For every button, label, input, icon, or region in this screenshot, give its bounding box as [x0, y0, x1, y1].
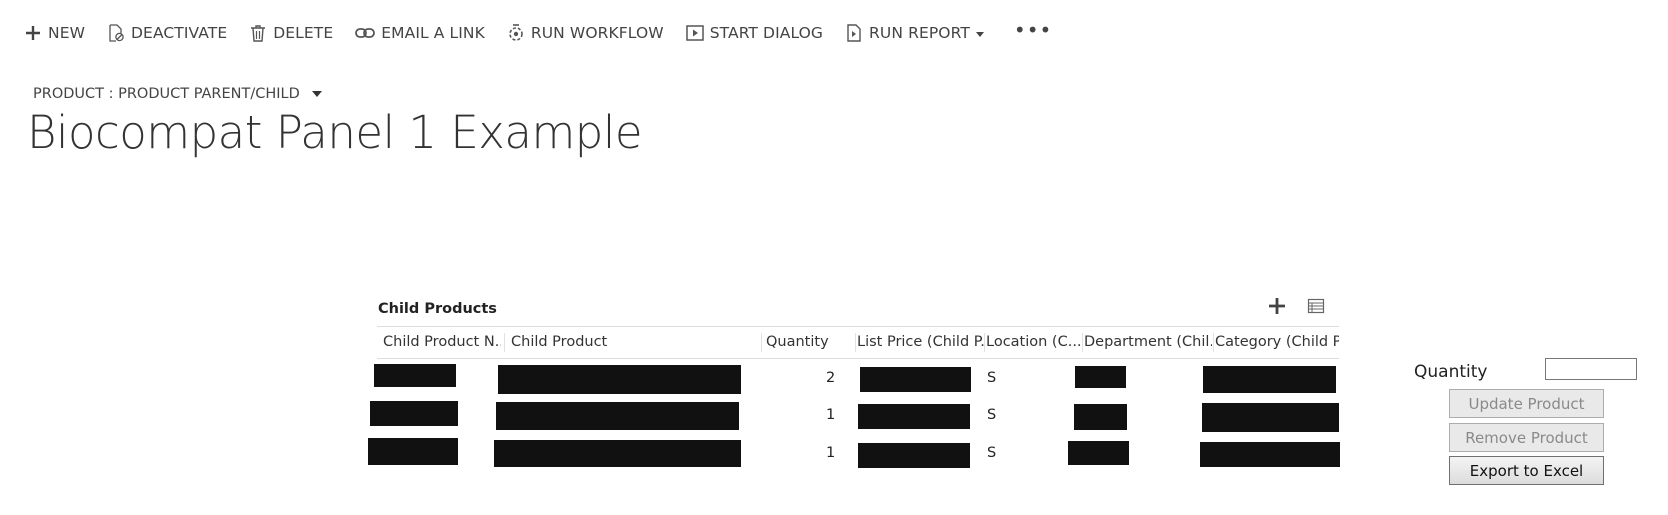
add-record-button[interactable]: [1267, 296, 1289, 318]
workflow-icon: [507, 24, 525, 42]
deactivate-label: DEACTIVATE: [131, 24, 228, 42]
view-records-button[interactable]: [1307, 297, 1327, 317]
column-category[interactable]: Category (Child Proc: [1215, 327, 1339, 358]
new-button[interactable]: NEW: [24, 24, 85, 42]
column-separator: [761, 333, 762, 352]
more-icon: •••: [1013, 18, 1053, 42]
child-products-grid: Child Products Child Product N... Child …: [368, 296, 1340, 474]
redacted-department: [1075, 366, 1126, 388]
run-report-button[interactable]: RUN REPORT: [845, 24, 984, 42]
table-row[interactable]: 1 S: [370, 398, 1339, 436]
quantity-cell: 1: [826, 445, 836, 461]
column-separator: [504, 333, 505, 352]
redacted-category: [1202, 403, 1339, 432]
dialog-icon: [685, 24, 704, 42]
column-separator: [1082, 333, 1083, 352]
email-link-label: EMAIL A LINK: [381, 24, 485, 42]
redacted-list-price: [860, 367, 971, 392]
quantity-input[interactable]: [1545, 358, 1637, 380]
chevron-down-icon: [975, 31, 984, 37]
delete-button[interactable]: DELETE: [249, 24, 333, 42]
grid-header: Child Products: [377, 296, 1339, 326]
redacted-category: [1200, 442, 1340, 467]
remove-product-button[interactable]: Remove Product: [1449, 423, 1604, 452]
column-quantity[interactable]: Quantity: [766, 327, 854, 358]
form-selector-label: PRODUCT : PRODUCT PARENT/CHILD: [33, 86, 300, 102]
column-separator: [984, 333, 985, 352]
column-department[interactable]: Department (Chil...: [1084, 327, 1212, 358]
deactivate-icon: [107, 24, 125, 42]
report-icon: [845, 24, 863, 42]
redacted-child-product-number: [370, 401, 458, 426]
start-dialog-label: START DIALOG: [709, 24, 824, 42]
redacted-child-product: [496, 402, 739, 430]
column-location[interactable]: Location (C...: [986, 327, 1084, 358]
update-product-button[interactable]: Update Product: [1449, 389, 1604, 418]
email-link-button[interactable]: EMAIL A LINK: [355, 24, 485, 42]
quantity-cell: 2: [826, 370, 836, 386]
plus-icon: [24, 24, 42, 42]
location-cell: S: [987, 407, 997, 423]
quantity-label: Quantity: [1414, 362, 1488, 382]
table-row[interactable]: 2 S: [374, 360, 1339, 398]
grid-column-headers: Child Product N... Child Product Quantit…: [377, 326, 1339, 359]
column-separator: [855, 333, 856, 352]
run-workflow-label: RUN WORKFLOW: [530, 24, 664, 42]
table-row[interactable]: 1 S: [368, 436, 1340, 474]
column-separator: [1213, 333, 1214, 352]
redacted-child-product: [494, 440, 741, 467]
more-commands-button[interactable]: •••: [1006, 18, 1052, 42]
redacted-category: [1203, 366, 1336, 393]
page-title: Biocompat Panel 1 Example: [27, 106, 643, 159]
deactivate-button[interactable]: DEACTIVATE: [107, 24, 227, 42]
delete-label: DELETE: [273, 24, 334, 42]
command-bar: NEW DEACTIVATE DELETE EMAIL A LINK RUN W…: [24, 18, 1074, 46]
redacted-list-price: [858, 443, 970, 468]
redacted-child-product-number: [368, 438, 458, 465]
chevron-down-icon: [311, 91, 322, 97]
column-child-product-number[interactable]: Child Product N...: [383, 327, 501, 358]
quantity-cell: 1: [826, 407, 836, 423]
redacted-department: [1074, 404, 1127, 430]
run-report-label: RUN REPORT: [869, 24, 970, 42]
plus-icon: [1269, 298, 1285, 314]
grid-view-icon: [1307, 298, 1325, 314]
redacted-list-price: [858, 404, 970, 429]
form-selector[interactable]: PRODUCT : PRODUCT PARENT/CHILD: [33, 86, 322, 102]
grid-title: Child Products: [378, 301, 497, 317]
location-cell: S: [987, 445, 997, 461]
redacted-child-product: [498, 365, 741, 394]
start-dialog-button[interactable]: START DIALOG: [685, 24, 824, 42]
column-child-product[interactable]: Child Product: [511, 327, 741, 358]
new-label: NEW: [48, 24, 86, 42]
link-icon: [355, 24, 376, 42]
run-workflow-button[interactable]: RUN WORKFLOW: [507, 24, 664, 42]
export-to-excel-button[interactable]: Export to Excel: [1449, 456, 1604, 485]
location-cell: S: [987, 370, 997, 386]
trash-icon: [249, 24, 267, 42]
redacted-department: [1068, 441, 1129, 465]
redacted-child-product-number: [374, 364, 456, 387]
column-list-price[interactable]: List Price (Child P...: [857, 327, 984, 358]
